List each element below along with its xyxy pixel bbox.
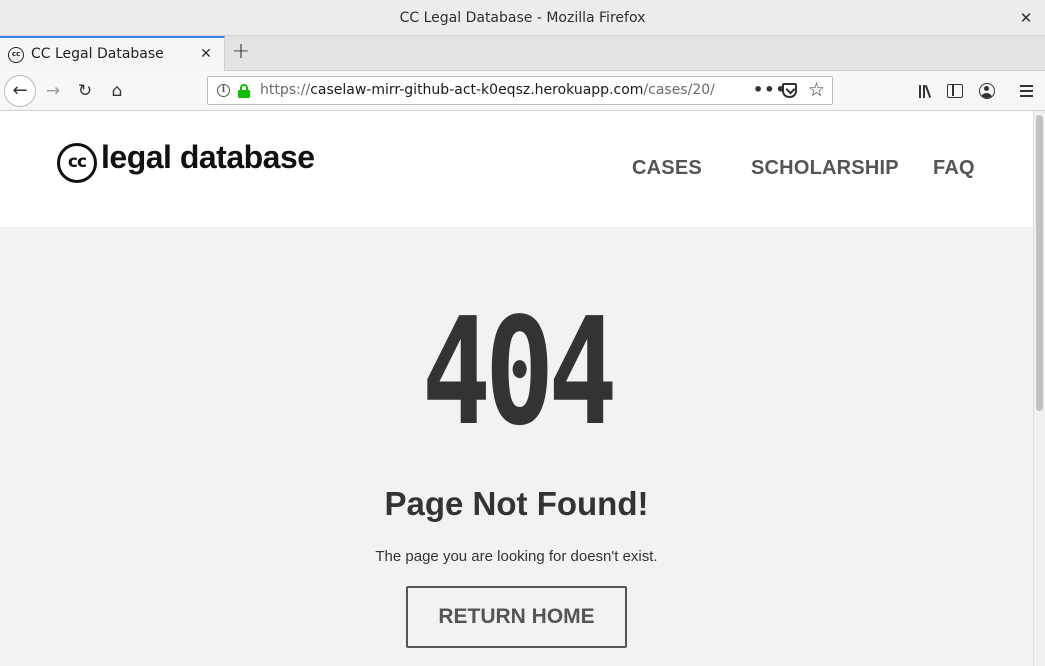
tab-cc-legal-database[interactable]: cc CC Legal Database ✕ [0,36,225,71]
error-section: 404 Page Not Found! The page you are loo… [0,227,1033,666]
page-scrollbar[interactable] [1033,111,1045,666]
tab-strip: cc CC Legal Database ✕ + [0,36,1045,71]
tab-close-icon[interactable]: ✕ [198,46,214,62]
back-arrow-icon[interactable]: ← [4,75,36,107]
new-tab-icon[interactable]: + [230,41,252,63]
hamburger-menu-icon[interactable] [1014,79,1038,103]
url-scheme: https:// [260,82,311,98]
url-domain: caselaw-mirr-github-act-k0eqsz.herokuapp… [310,82,644,98]
nav-link-scholarship[interactable]: SCHOLARSHIP [751,157,899,180]
library-icon[interactable] [912,79,936,103]
scrollbar-thumb[interactable] [1036,115,1043,411]
url-bar[interactable]: i https://caselaw-mirr-github-act-k0eqsz… [207,76,833,105]
error-code: 404 [421,286,618,458]
site-info-icon[interactable]: i [217,84,230,97]
url-path: /cases/20/ [643,82,715,98]
bookmark-star-icon[interactable]: ☆ [808,79,825,101]
nav-link-faq[interactable]: FAQ [933,157,975,180]
window-titlebar: CC Legal Database - Mozilla Firefox ✕ [0,0,1045,36]
tab-label: CC Legal Database [31,46,164,62]
navigation-toolbar: ← → ↻ ⌂ i https://caselaw-mirr-github-ac… [0,71,1045,111]
url-text[interactable]: https://caselaw-mirr-github-act-k0eqsz.h… [260,77,715,104]
secure-lock-icon[interactable] [238,84,250,98]
cc-favicon-icon: cc [8,47,24,63]
cc-logo-icon: cc [57,143,97,183]
pocket-icon[interactable] [782,83,797,98]
home-icon[interactable]: ⌂ [102,76,132,106]
site-header: cc legal database CASES SCHOLARSHIP FAQ [0,111,1033,227]
nav-link-cases[interactable]: CASES [632,157,702,180]
error-headline: Page Not Found! [384,485,649,522]
error-message: The page you are looking for doesn't exi… [375,548,658,565]
window-title: CC Legal Database - Mozilla Firefox [399,10,646,26]
page-viewport: cc legal database CASES SCHOLARSHIP FAQ … [0,111,1045,666]
logo-wordmark: legal database [101,139,315,175]
window-close-icon[interactable]: ✕ [1017,9,1035,27]
sidebar-toggle-icon[interactable] [943,79,967,103]
account-icon[interactable] [975,79,999,103]
return-home-button[interactable]: RETURN HOME [406,586,627,648]
reload-icon[interactable]: ↻ [70,76,100,106]
forward-arrow-icon[interactable]: → [38,76,68,106]
